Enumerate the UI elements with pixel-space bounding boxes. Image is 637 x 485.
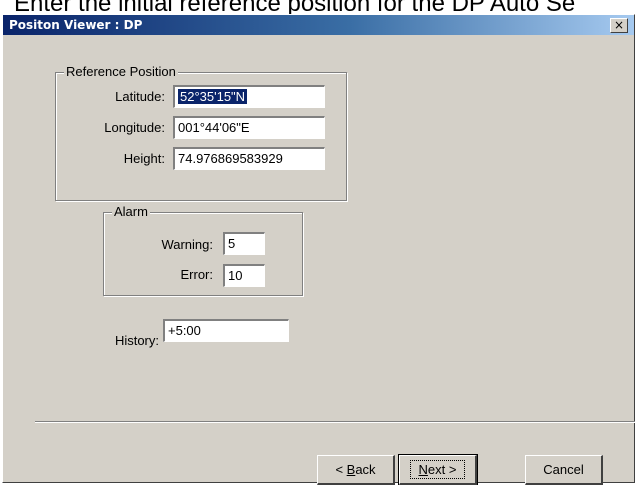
next-focus-rect: Next >: [409, 460, 466, 479]
longitude-label: Longitude:: [104, 120, 165, 135]
history-label: History:: [114, 333, 159, 348]
title-bar[interactable]: Positon Viewer : DP: [3, 15, 634, 35]
back-button-prefix: <: [335, 462, 347, 477]
back-button[interactable]: < Back: [317, 455, 395, 485]
latitude-label: Latitude:: [115, 89, 165, 104]
next-button-mnemonic: N: [418, 462, 428, 477]
longitude-field[interactable]: 001°44'06"E: [173, 116, 325, 139]
position-viewer-dialog: Positon Viewer : DP × Reference Position…: [2, 14, 635, 485]
warning-field[interactable]: 5: [223, 232, 265, 255]
next-button[interactable]: Next >: [398, 454, 478, 485]
alarm-group: Alarm: [103, 204, 303, 296]
history-field[interactable]: +5:00: [163, 319, 289, 342]
next-button-label: ext >: [427, 462, 457, 477]
latitude-value: 52°35'15"N: [178, 89, 248, 104]
alarm-legend: Alarm: [112, 204, 150, 219]
latitude-field[interactable]: 52°35'15"N: [173, 85, 325, 108]
height-field[interactable]: 74.976869583929: [173, 147, 325, 170]
height-label: Height:: [123, 151, 165, 166]
close-icon[interactable]: ×: [610, 18, 628, 33]
warning-label: Warning:: [161, 237, 213, 252]
window-title: Positon Viewer : DP: [9, 18, 143, 32]
reference-position-legend: Reference Position: [64, 64, 178, 79]
error-label: Error:: [180, 267, 214, 282]
back-button-label: ack: [355, 462, 376, 477]
error-field[interactable]: 10: [223, 264, 265, 287]
cancel-button[interactable]: Cancel: [525, 455, 603, 485]
separator-light: [35, 422, 635, 423]
